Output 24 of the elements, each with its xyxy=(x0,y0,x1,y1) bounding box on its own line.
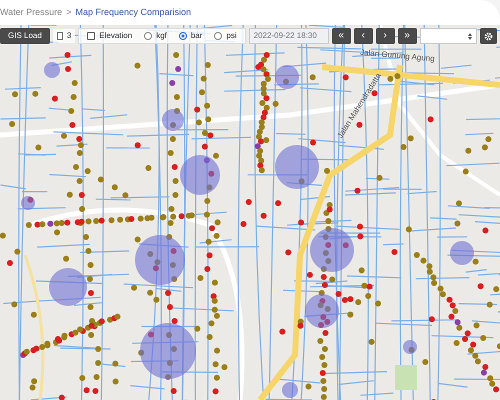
settings-button[interactable] xyxy=(480,28,497,44)
elevation-checkbox[interactable] xyxy=(87,32,96,40)
unit-radio[interactable] xyxy=(144,32,152,40)
breadcrumb-current: Map Frequency Comparision xyxy=(75,6,192,19)
breadcrumb-separator: > xyxy=(66,6,72,19)
radio-label: kgf xyxy=(156,30,167,42)
caret-icon xyxy=(468,32,472,40)
unit-radio[interactable] xyxy=(214,32,222,40)
radio-label: bar xyxy=(190,30,202,42)
settings-icon xyxy=(484,32,493,40)
gis-load-button[interactable]: GIS Load xyxy=(0,28,50,44)
checkbox-label: Elevation xyxy=(99,30,132,42)
unit-radio[interactable] xyxy=(178,32,187,40)
layer-count: 3 xyxy=(66,30,72,42)
street-label: Jalan Gunung Agung xyxy=(360,46,436,66)
breadcrumb-link[interactable]: Water Pressure xyxy=(0,6,62,20)
datetime-field[interactable]: 2022-09-22 18:30 xyxy=(248,28,329,44)
nav-button[interactable]: « xyxy=(332,28,351,44)
nav-button[interactable]: ‹ xyxy=(354,28,373,44)
nav-button[interactable]: » xyxy=(398,28,417,44)
nav-button[interactable]: › xyxy=(376,28,395,44)
radio-label: psi xyxy=(226,30,237,42)
layer-control[interactable]: 3 xyxy=(52,29,76,43)
select-field[interactable] xyxy=(420,28,477,44)
